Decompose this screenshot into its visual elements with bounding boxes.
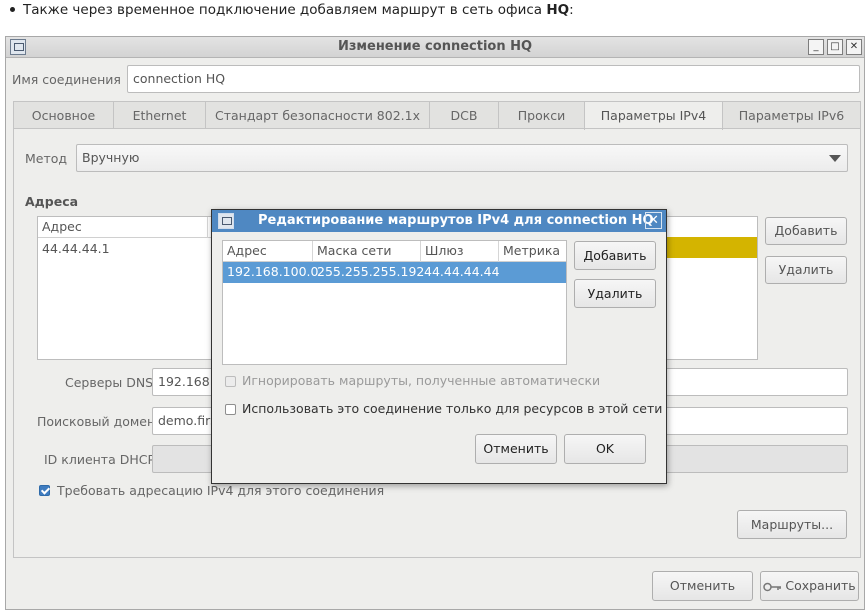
dialog-title: Редактирование маршрутов IPv4 для connec… (258, 213, 654, 228)
window-title: Изменение connection HQ (337, 39, 533, 54)
addresses-heading: Адреса (25, 194, 79, 209)
key-icon (763, 582, 782, 591)
add-route-button[interactable]: Добавить (574, 241, 656, 270)
method-value: Вручную (82, 150, 140, 165)
tab-dcb[interactable]: DCB (429, 101, 499, 129)
route-netmask: 255.255.255.192 (317, 264, 425, 279)
addresses-row-address[interactable]: 44.44.44.1 (42, 239, 110, 259)
routes-table[interactable]: Адрес Маска сети Шлюз Метрика 192.168.10… (222, 240, 567, 365)
connection-name-input[interactable]: connection HQ (127, 65, 860, 93)
doc-paragraph: Также через временное подключение добавл… (8, 2, 574, 18)
delete-route-button[interactable]: Удалить (574, 279, 656, 308)
require-ipv4-checkbox[interactable] (39, 485, 50, 496)
save-button[interactable]: Сохранить (760, 571, 859, 601)
dns-label: Серверы DNS (65, 375, 154, 390)
window-titlebar[interactable]: Изменение connection HQ _ □ ✕ (6, 37, 864, 58)
dialog-titlebar[interactable]: Редактирование маршрутов IPv4 для connec… (212, 210, 666, 232)
maximize-button[interactable]: □ (827, 39, 843, 55)
route-address: 192.168.100.0 (227, 264, 319, 279)
ipv4-routes-dialog: Редактирование маршрутов IPv4 для connec… (211, 209, 667, 484)
connection-name-label: Имя соединения (12, 72, 121, 87)
ignore-auto-routes-checkbox[interactable] (225, 376, 236, 387)
network-window-icon (218, 213, 234, 229)
dhcp-client-id-label: ID клиента DHCP (44, 452, 156, 467)
routes-row[interactable]: 192.168.100.0 255.255.255.192 44.44.44.4… (223, 262, 566, 283)
tab-general[interactable]: Основное (13, 101, 114, 129)
dialog-ok-button[interactable]: OK (564, 434, 646, 464)
close-button[interactable]: ✕ (846, 39, 862, 55)
only-local-resources-label: Использовать это соединение только для р… (242, 401, 663, 416)
routes-col-address[interactable]: Адрес (223, 241, 313, 262)
doc-text: Также через временное подключение добавл… (23, 2, 547, 18)
routes-table-header: Адрес Маска сети Шлюз Метрика (223, 241, 566, 262)
method-select[interactable]: Вручную (76, 144, 848, 172)
tab-bar: Основное Ethernet Стандарт безопасности … (13, 101, 861, 130)
dialog-close-button[interactable]: ✕ (645, 212, 662, 229)
search-domain-label: Поисковый домен (37, 414, 156, 429)
method-label: Метод (25, 151, 68, 166)
tab-proxy[interactable]: Прокси (498, 101, 585, 129)
addresses-col-address[interactable]: Адрес (38, 217, 208, 238)
dialog-cancel-button[interactable]: Отменить (475, 434, 557, 464)
delete-address-button[interactable]: Удалить (765, 256, 847, 284)
tab-ipv6[interactable]: Параметры IPv6 (722, 101, 861, 129)
tab-8021x-security[interactable]: Стандарт безопасности 802.1x (205, 101, 430, 129)
routes-button[interactable]: Маршруты... (737, 510, 847, 539)
add-address-button[interactable]: Добавить (765, 217, 847, 245)
routes-col-netmask[interactable]: Маска сети (313, 241, 421, 262)
ignore-auto-routes-label: Игнорировать маршруты, полученные автома… (242, 373, 601, 388)
doc-text-end: : (569, 2, 574, 18)
tab-ethernet[interactable]: Ethernet (113, 101, 206, 129)
bullet-icon (10, 6, 15, 12)
minimize-button[interactable]: _ (808, 39, 824, 55)
route-gateway: 44.44.44.44 (424, 264, 500, 279)
only-local-resources-checkbox[interactable] (225, 404, 236, 415)
save-label: Сохранить (785, 578, 856, 593)
doc-text-bold: HQ (546, 2, 570, 18)
cancel-button[interactable]: Отменить (652, 571, 753, 601)
routes-col-gateway[interactable]: Шлюз (421, 241, 499, 262)
routes-col-metric[interactable]: Метрика (499, 241, 566, 262)
require-ipv4-label: Требовать адресацию IPv4 для этого соеди… (57, 483, 385, 498)
chevron-down-icon (829, 155, 841, 162)
tab-ipv4[interactable]: Параметры IPv4 (584, 101, 723, 130)
